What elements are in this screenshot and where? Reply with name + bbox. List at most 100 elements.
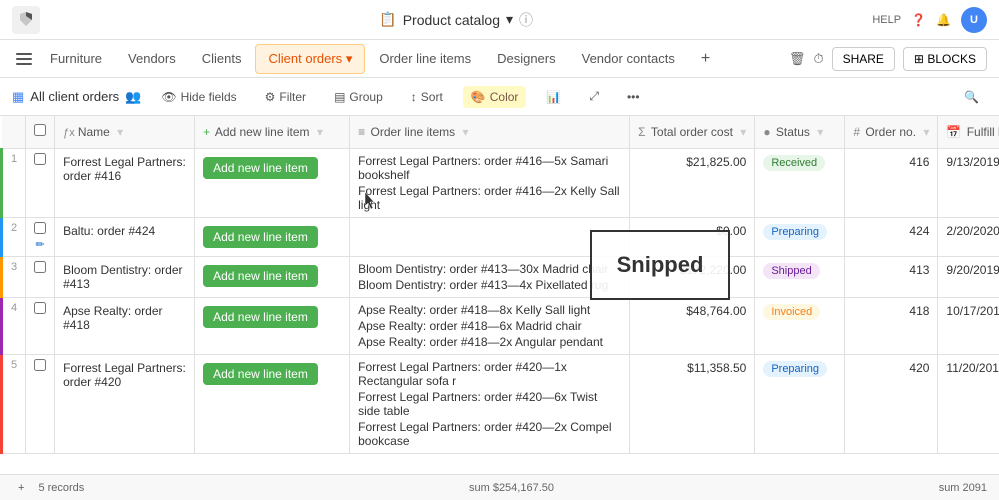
catalog-icon: 📋: [379, 11, 396, 28]
order-items-cell: Forrest Legal Partners: order #416—5x Sa…: [350, 148, 630, 217]
nav-order-line-items[interactable]: Order line items: [367, 45, 483, 72]
th-cost[interactable]: Σ Total order cost ▾: [630, 116, 755, 148]
order-item-line: Apse Realty: order #418—2x Angular penda…: [358, 334, 621, 350]
title-dropdown-icon[interactable]: ▾: [506, 11, 513, 28]
row-checkbox[interactable]: [34, 153, 46, 165]
chart-button[interactable]: 📊: [538, 86, 569, 108]
cost-cell: $0.00: [630, 217, 755, 256]
row-checkbox-cell: [26, 148, 55, 217]
row-checkbox[interactable]: [34, 302, 46, 314]
th-fulfill[interactable]: 📅 Fulfill by ▾: [938, 116, 999, 148]
add-row-button[interactable]: +: [12, 480, 30, 496]
th-name[interactable]: ƒx Name ▾: [55, 116, 195, 148]
order-no-cell: 416: [845, 148, 938, 217]
row-checkbox[interactable]: [34, 359, 46, 371]
hash-icon: #: [853, 125, 860, 139]
search-icon: 🔍: [964, 90, 979, 104]
grid-icon: ▦: [12, 89, 24, 105]
add-line-item-button[interactable]: Add new line item: [203, 363, 318, 385]
row-name-cell[interactable]: Baltu: order #424: [55, 217, 195, 256]
th-add-line[interactable]: + Add new line item ▾: [195, 116, 350, 148]
add-line-item-button[interactable]: Add new line item: [203, 226, 318, 248]
order-item-line: Bloom Dentistry: order #413—30x Madrid c…: [358, 261, 621, 277]
order-item-line: Forrest Legal Partners: order #420—6x Tw…: [358, 389, 621, 419]
th-order-items[interactable]: ≡ Order line items ▾: [350, 116, 630, 148]
th-ordno-dropdown[interactable]: ▾: [923, 125, 929, 139]
row-checkbox-cell: [26, 297, 55, 354]
more-button[interactable]: •••: [619, 86, 648, 108]
sigma-icon: Σ: [638, 125, 645, 139]
cost-cell: $172,220.00: [630, 256, 755, 297]
view-name-label: All client orders: [30, 89, 119, 104]
expand-button[interactable]: ⤢: [581, 85, 607, 108]
th-status[interactable]: ● Status ▾: [755, 116, 845, 148]
row-name-cell[interactable]: Forrest Legal Partners: order #416: [55, 148, 195, 217]
row-checkbox[interactable]: [34, 222, 46, 234]
trash-icon[interactable]: 🗑: [789, 51, 806, 67]
table-row: 3Bloom Dentistry: order #413Add new line…: [2, 256, 999, 297]
order-no-cell: 424: [845, 217, 938, 256]
status-cell: Preparing: [755, 354, 845, 453]
th-name-dropdown[interactable]: ▾: [117, 125, 123, 139]
add-line-item-button[interactable]: Add new line item: [203, 265, 318, 287]
nav-add-tab[interactable]: +: [689, 44, 722, 74]
color-button[interactable]: 🎨 Color: [463, 86, 527, 108]
row-name-cell[interactable]: Forrest Legal Partners: order #420: [55, 354, 195, 453]
nav-furniture[interactable]: Furniture: [38, 45, 114, 72]
dot-icon: ●: [763, 125, 770, 139]
title-info-icon[interactable]: ⓘ: [519, 10, 533, 30]
table-row: 5 Forrest Legal Partners: order #420 Add n…: [2, 354, 999, 453]
add-line-item-button[interactable]: Add new line item: [203, 157, 318, 179]
row-checkbox[interactable]: [34, 261, 46, 273]
table-header-row: ƒx Name ▾ + Add new line item ▾ ≡ Order …: [2, 116, 999, 148]
th-cost-dropdown[interactable]: ▾: [740, 125, 746, 139]
status-cell: Invoiced: [755, 297, 845, 354]
th-order-no[interactable]: # Order no. ▾: [845, 116, 938, 148]
blocks-button[interactable]: ⊞ BLOCKS: [903, 47, 987, 71]
user-avatar[interactable]: U: [961, 7, 987, 33]
row-name-cell[interactable]: Bloom Dentistry: order #413: [55, 256, 195, 297]
th-checkbox[interactable]: [26, 116, 55, 148]
add-line-item-button[interactable]: Add new line item: [203, 306, 318, 328]
bell-icon[interactable]: 🔔: [936, 13, 951, 27]
share-button[interactable]: SHARE: [832, 47, 895, 71]
row-number: 5: [2, 354, 26, 453]
footer-sum-orders: sum 2091: [939, 482, 987, 494]
history-icon[interactable]: ⏱: [813, 51, 823, 67]
app-logo[interactable]: [12, 6, 40, 34]
status-cell: Preparing: [755, 217, 845, 256]
th-add-dropdown[interactable]: ▾: [317, 125, 323, 139]
nav-bar: Furniture Vendors Clients Client orders …: [0, 40, 999, 78]
status-badge: Received: [763, 155, 825, 171]
search-button[interactable]: 🔍: [956, 86, 987, 108]
filter-button[interactable]: ⚙ Filter: [257, 86, 314, 108]
nav-clients[interactable]: Clients: [190, 45, 254, 72]
select-all-checkbox[interactable]: [34, 124, 46, 136]
row-name-cell[interactable]: Apse Realty: order #418: [55, 297, 195, 354]
main-table: ƒx Name ▾ + Add new line item ▾ ≡ Order …: [0, 116, 999, 454]
nav-vendors[interactable]: Vendors: [116, 45, 188, 72]
add-line-item-cell: Add new line item: [195, 148, 350, 217]
row-number: 2: [2, 217, 26, 256]
hamburger-menu[interactable]: [12, 49, 36, 69]
app-title: Product catalog: [403, 12, 500, 28]
nav-client-orders[interactable]: Client orders ▾: [255, 44, 365, 74]
blocks-icon: ⊞: [914, 52, 927, 66]
help-icon[interactable]: ❓: [911, 13, 926, 27]
group-button[interactable]: ▤ Group: [326, 86, 391, 108]
nav-vendor-contacts[interactable]: Vendor contacts: [570, 45, 687, 72]
th-items-dropdown[interactable]: ▾: [463, 125, 469, 139]
nav-designers[interactable]: Designers: [485, 45, 568, 72]
sort-button[interactable]: ↕ Sort: [403, 86, 451, 108]
edit-icon[interactable]: ✏: [36, 239, 45, 251]
view-name-area: ▦ All client orders 👥: [12, 89, 141, 105]
hide-icon: 👁: [161, 90, 176, 104]
status-cell: Received: [755, 148, 845, 217]
filter-icon: ⚙: [265, 90, 276, 104]
order-item-line: Forrest Legal Partners: order #416—2x Ke…: [358, 183, 621, 213]
hide-fields-button[interactable]: 👁 Hide fields: [153, 86, 244, 108]
add-line-item-cell: Add new line item: [195, 297, 350, 354]
view-user-icon[interactable]: 👥: [125, 89, 141, 105]
status-badge: Preparing: [763, 361, 827, 377]
th-status-dropdown[interactable]: ▾: [817, 125, 823, 139]
